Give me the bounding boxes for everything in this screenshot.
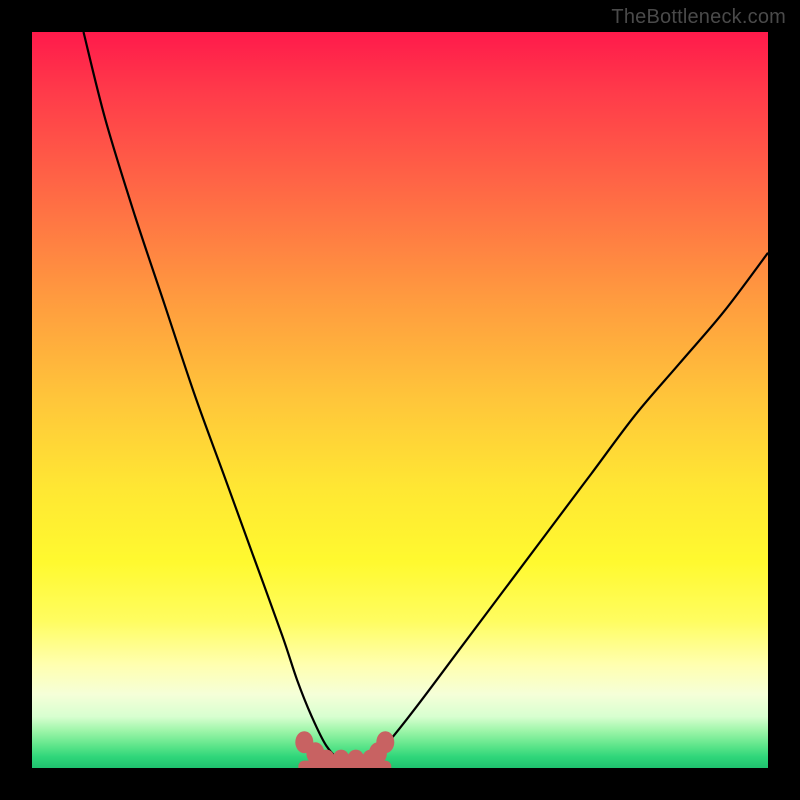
trough-marker-group	[295, 731, 394, 768]
attribution-text: TheBottleneck.com	[611, 6, 786, 29]
outer-frame: TheBottleneck.com	[0, 0, 800, 800]
bottleneck-curve	[84, 32, 769, 762]
plot-area	[32, 32, 768, 768]
trough-marker	[376, 731, 394, 753]
chart-svg	[32, 32, 768, 768]
